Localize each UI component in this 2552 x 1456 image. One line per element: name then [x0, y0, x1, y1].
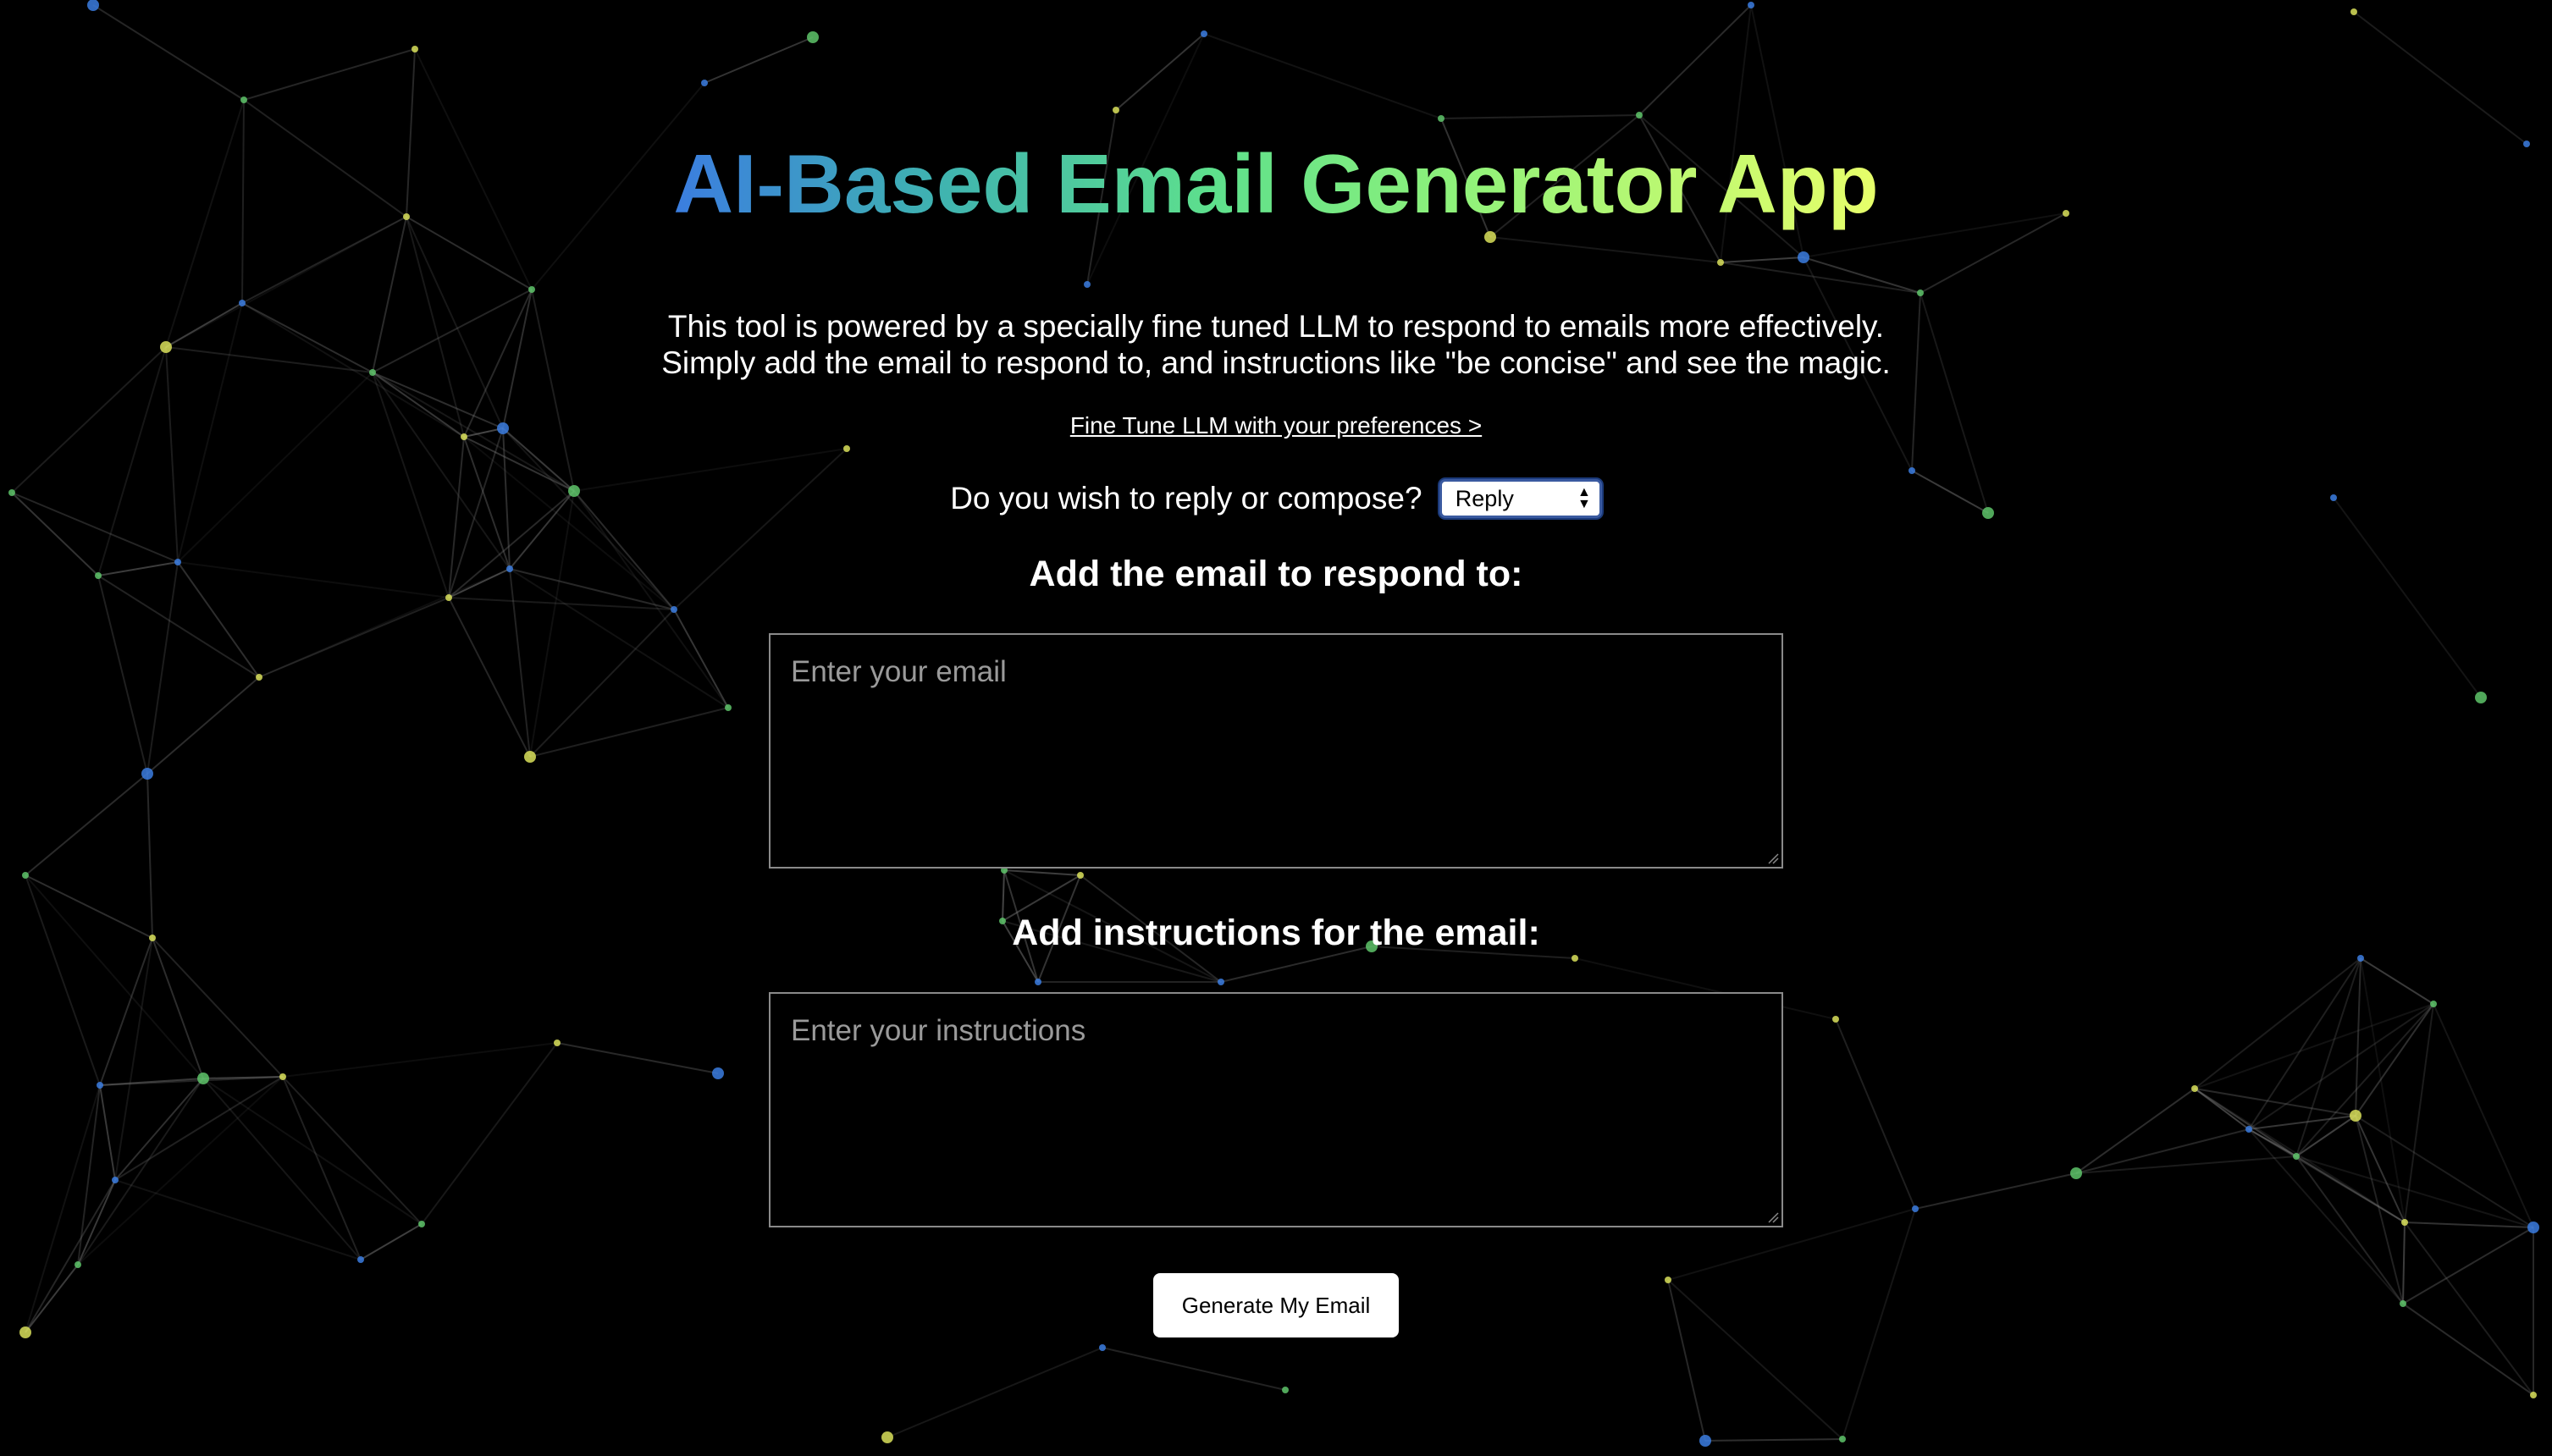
intro-line-1: This tool is powered by a specially fine…	[667, 309, 1885, 344]
intro-description: This tool is powered by a specially fine…	[0, 308, 2552, 381]
mode-question: Do you wish to reply or compose?	[950, 481, 1422, 516]
instructions-textarea[interactable]: Enter your instructions	[769, 992, 1783, 1227]
fine-tune-link-row: Fine Tune LLM with your preferences >	[0, 411, 2552, 440]
email-textarea[interactable]: Enter your email	[769, 633, 1783, 869]
intro-line-2: Simply add the email to respond to, and …	[661, 345, 1891, 380]
instructions-placeholder: Enter your instructions	[791, 1014, 1086, 1047]
mode-select-value: Reply	[1455, 486, 1514, 512]
instructions-section-heading: Add instructions for the email:	[1012, 913, 1540, 953]
email-section-heading: Add the email to respond to:	[1029, 554, 1523, 594]
app-page: AI-Based Email Generator App This tool i…	[0, 0, 2552, 1456]
resize-grip-icon[interactable]	[1767, 1211, 1779, 1223]
email-placeholder: Enter your email	[791, 655, 1007, 688]
generate-email-button[interactable]: Generate My Email	[1153, 1273, 1399, 1337]
mode-select[interactable]: Reply ▲ ▼	[1439, 479, 1602, 519]
updown-arrows-icon: ▲ ▼	[1577, 485, 1591, 512]
mode-row: Do you wish to reply or compose? Reply ▲…	[0, 476, 2552, 520]
page-title: AI-Based Email Generator App	[673, 137, 1879, 230]
fine-tune-link[interactable]: Fine Tune LLM with your preferences >	[1070, 412, 1482, 438]
resize-grip-icon[interactable]	[1767, 852, 1779, 864]
